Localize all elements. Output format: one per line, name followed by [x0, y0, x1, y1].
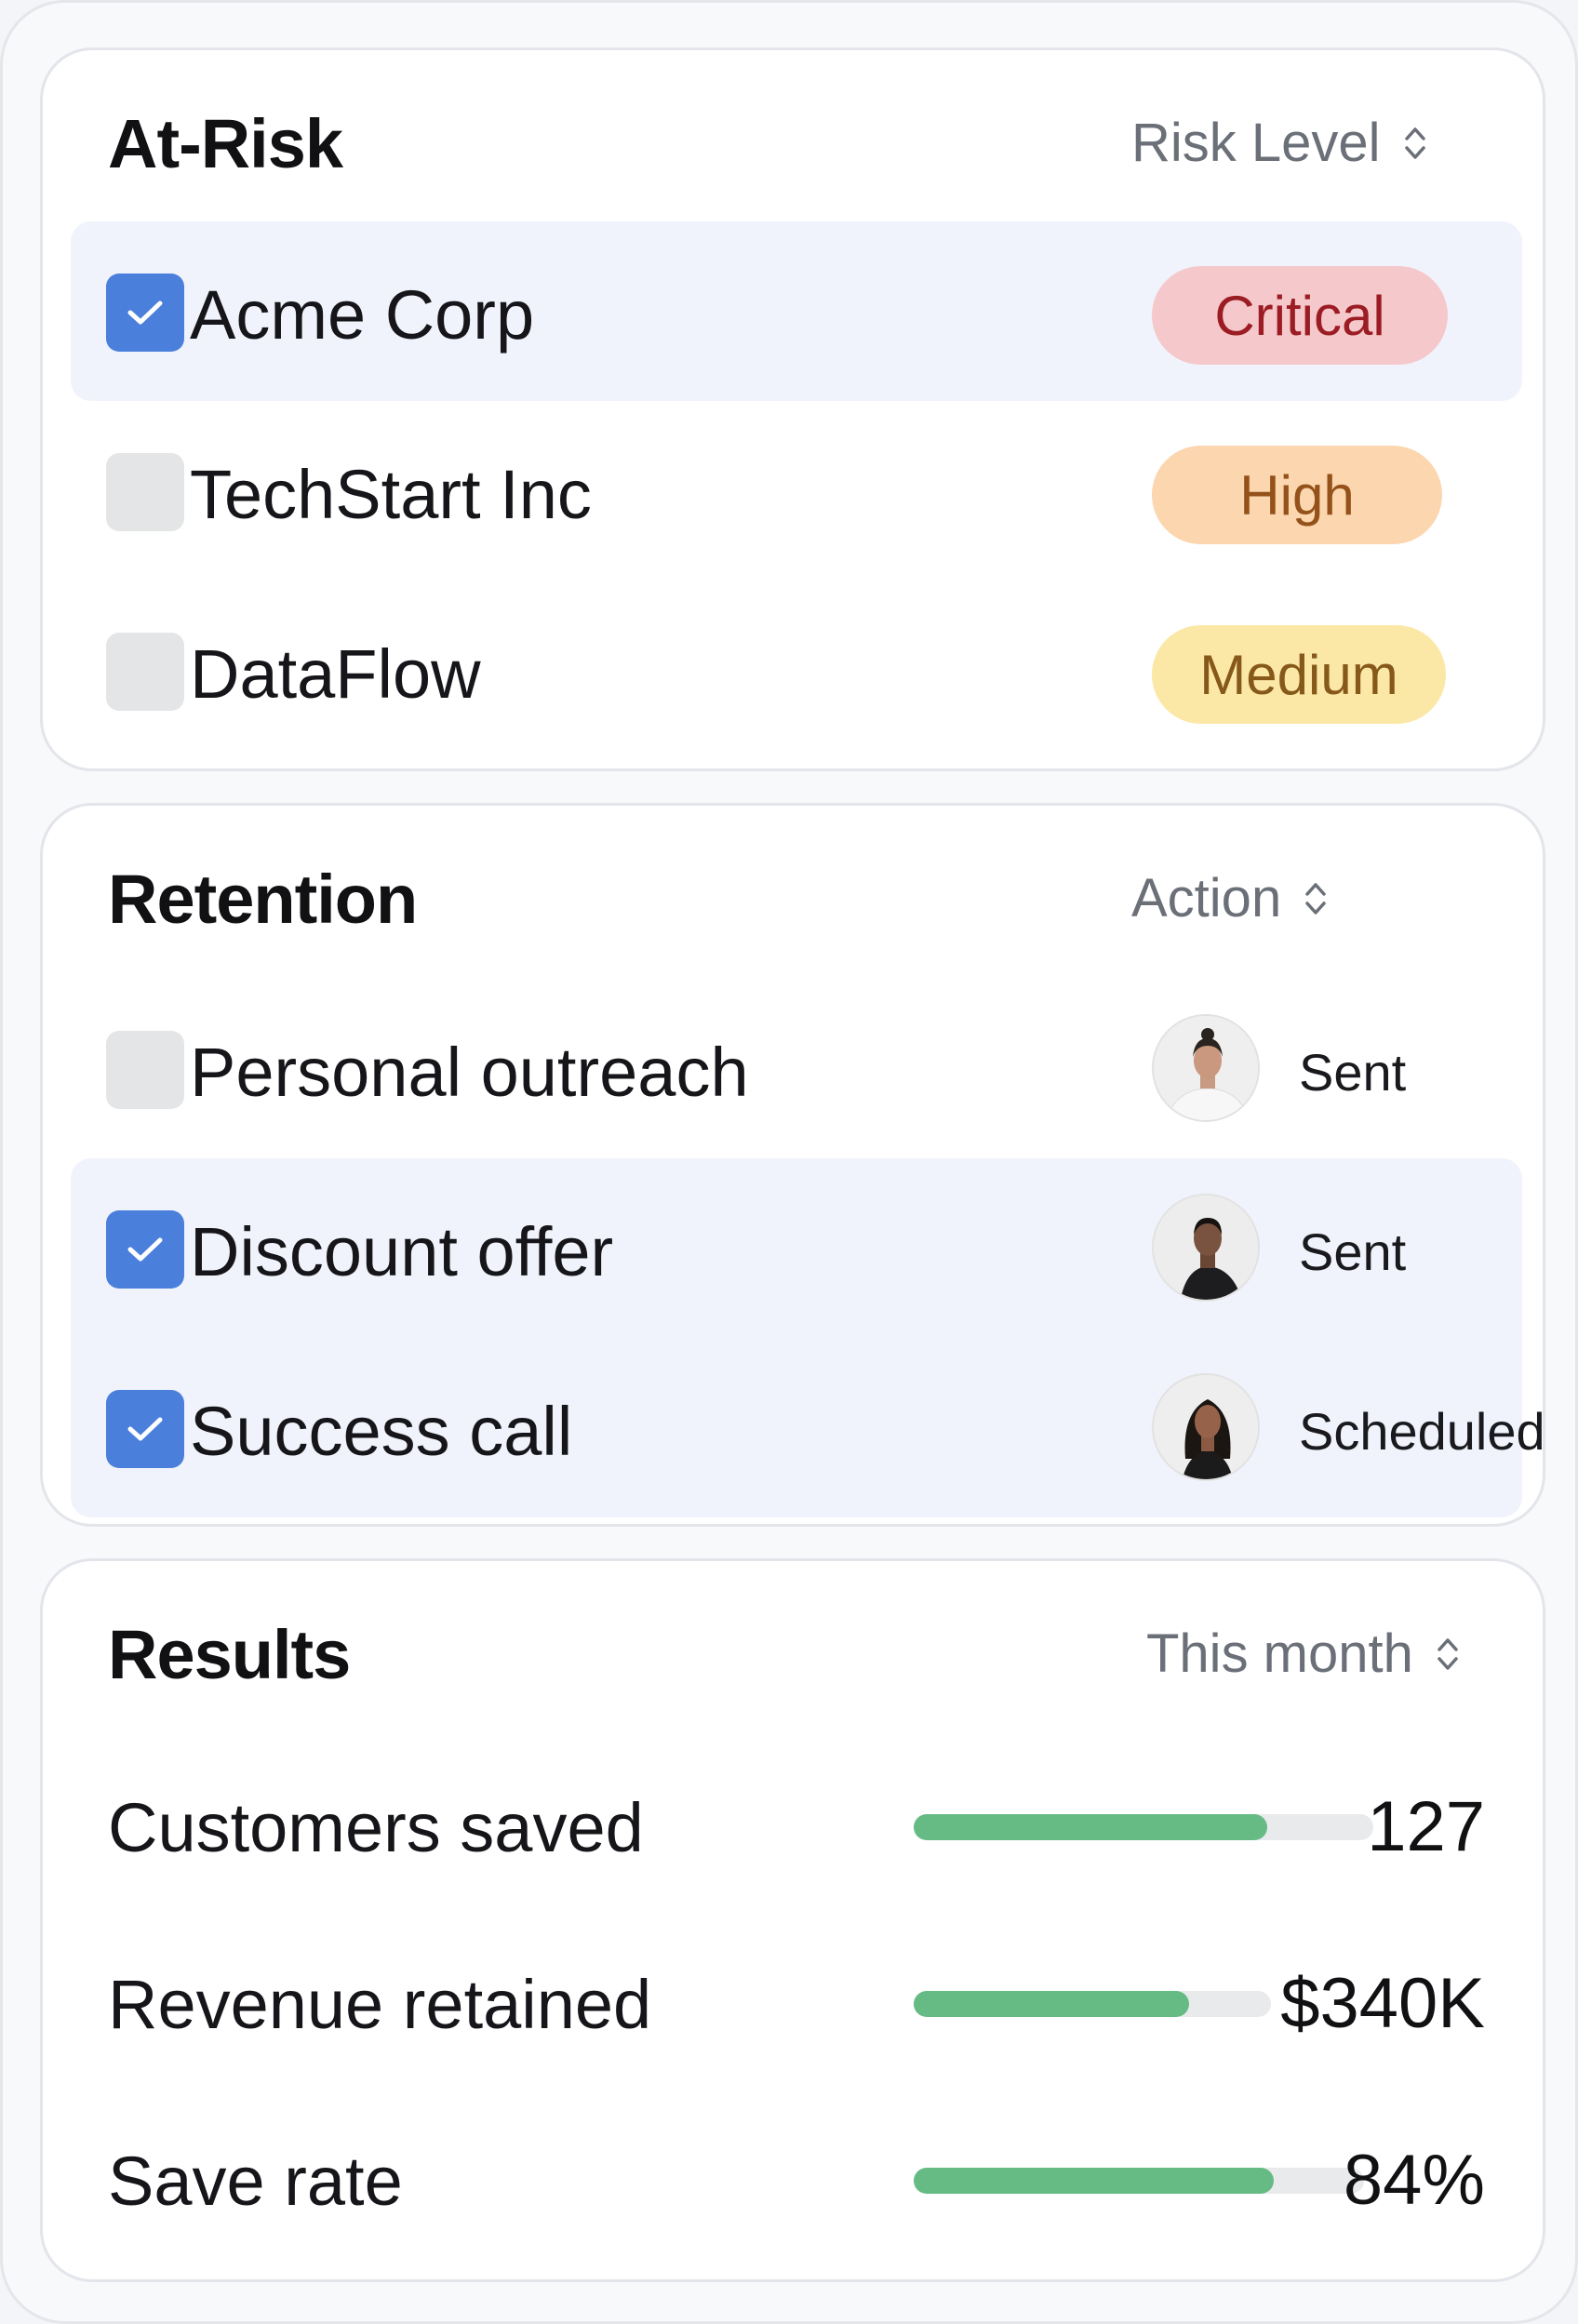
checkmark-icon [127, 1417, 163, 1441]
metric-label: Save rate [108, 2143, 403, 2220]
progress-fill [914, 1991, 1189, 2017]
action-name: Discount offer [190, 1213, 614, 1290]
status-text: Sent [1299, 1043, 1407, 1102]
metric-value: 127 [1367, 1787, 1485, 1866]
retention-row[interactable]: Success call Scheduled [71, 1338, 1545, 1517]
action-sort[interactable]: Action [1131, 867, 1330, 929]
status-text: Scheduled [1299, 1402, 1545, 1461]
action-name: Success call [190, 1393, 573, 1470]
results-card: Results This month Customers saved 127 R… [40, 1558, 1545, 2282]
action-sort-label: Action [1131, 868, 1282, 928]
period-selector-label: This month [1146, 1623, 1413, 1684]
avatar-man-dark-jacket [1152, 1194, 1260, 1302]
progress-track [914, 2168, 1364, 2194]
risk-badge-high: High [1152, 446, 1442, 544]
progress-track [914, 1814, 1373, 1840]
risk-badge-medium: Medium [1152, 625, 1446, 724]
row-checkbox-checked[interactable] [106, 1210, 184, 1289]
progress-fill [914, 1814, 1268, 1840]
sort-updown-icon [1438, 1637, 1458, 1670]
metric-value: 84% [1343, 2141, 1485, 2220]
risk-level-sort[interactable]: Risk Level [1131, 112, 1429, 174]
customer-name: DataFlow [190, 635, 481, 713]
metric-label: Revenue retained [108, 1966, 652, 2043]
customer-name: TechStart Inc [190, 456, 592, 533]
metric-label: Customers saved [108, 1789, 644, 1866]
sort-updown-icon [1305, 882, 1326, 915]
action-name: Personal outreach [190, 1034, 749, 1111]
row-checkbox[interactable] [106, 453, 184, 531]
progress-track [914, 1991, 1271, 2017]
avatar-woman-dark-hair [1152, 1373, 1260, 1481]
app-frame: At-Risk Risk Level Acme Corp Critical Te… [0, 0, 1578, 2324]
at-risk-card: At-Risk Risk Level Acme Corp Critical Te… [40, 47, 1545, 771]
row-checkbox[interactable] [106, 1031, 184, 1109]
progress-fill [914, 2168, 1275, 2194]
metric-value: $340K [1280, 1964, 1485, 2043]
at-risk-row[interactable]: TechStart Inc High [71, 401, 1522, 581]
sort-updown-icon [1404, 127, 1425, 159]
risk-level-sort-label: Risk Level [1131, 113, 1381, 173]
customer-name: Acme Corp [190, 276, 535, 354]
status-text: Sent [1299, 1222, 1407, 1281]
row-checkbox-checked[interactable] [106, 274, 184, 352]
row-checkbox-checked[interactable] [106, 1390, 184, 1468]
row-checkbox[interactable] [106, 633, 184, 711]
metric-row: Save rate 84% [108, 2121, 1485, 2233]
period-selector[interactable]: This month [1146, 1623, 1462, 1685]
at-risk-title: At-Risk [108, 105, 343, 182]
retention-row[interactable]: Personal outreach Sent [71, 979, 1522, 1158]
metric-row: Customers saved 127 [108, 1768, 1485, 1879]
retention-card: Retention Action Personal outreach Sent … [40, 803, 1545, 1527]
risk-badge-critical: Critical [1152, 266, 1448, 365]
checkmark-icon [127, 301, 163, 325]
avatar-woman-light-top [1152, 1014, 1260, 1122]
checkmark-icon [127, 1237, 163, 1262]
results-title: Results [108, 1616, 351, 1693]
metric-row: Revenue retained $340K [108, 1944, 1485, 2056]
at-risk-row[interactable]: Acme Corp Critical [71, 221, 1522, 401]
at-risk-row[interactable]: DataFlow Medium [71, 581, 1522, 760]
retention-title: Retention [108, 861, 418, 938]
retention-row[interactable]: Discount offer Sent [71, 1158, 1522, 1338]
